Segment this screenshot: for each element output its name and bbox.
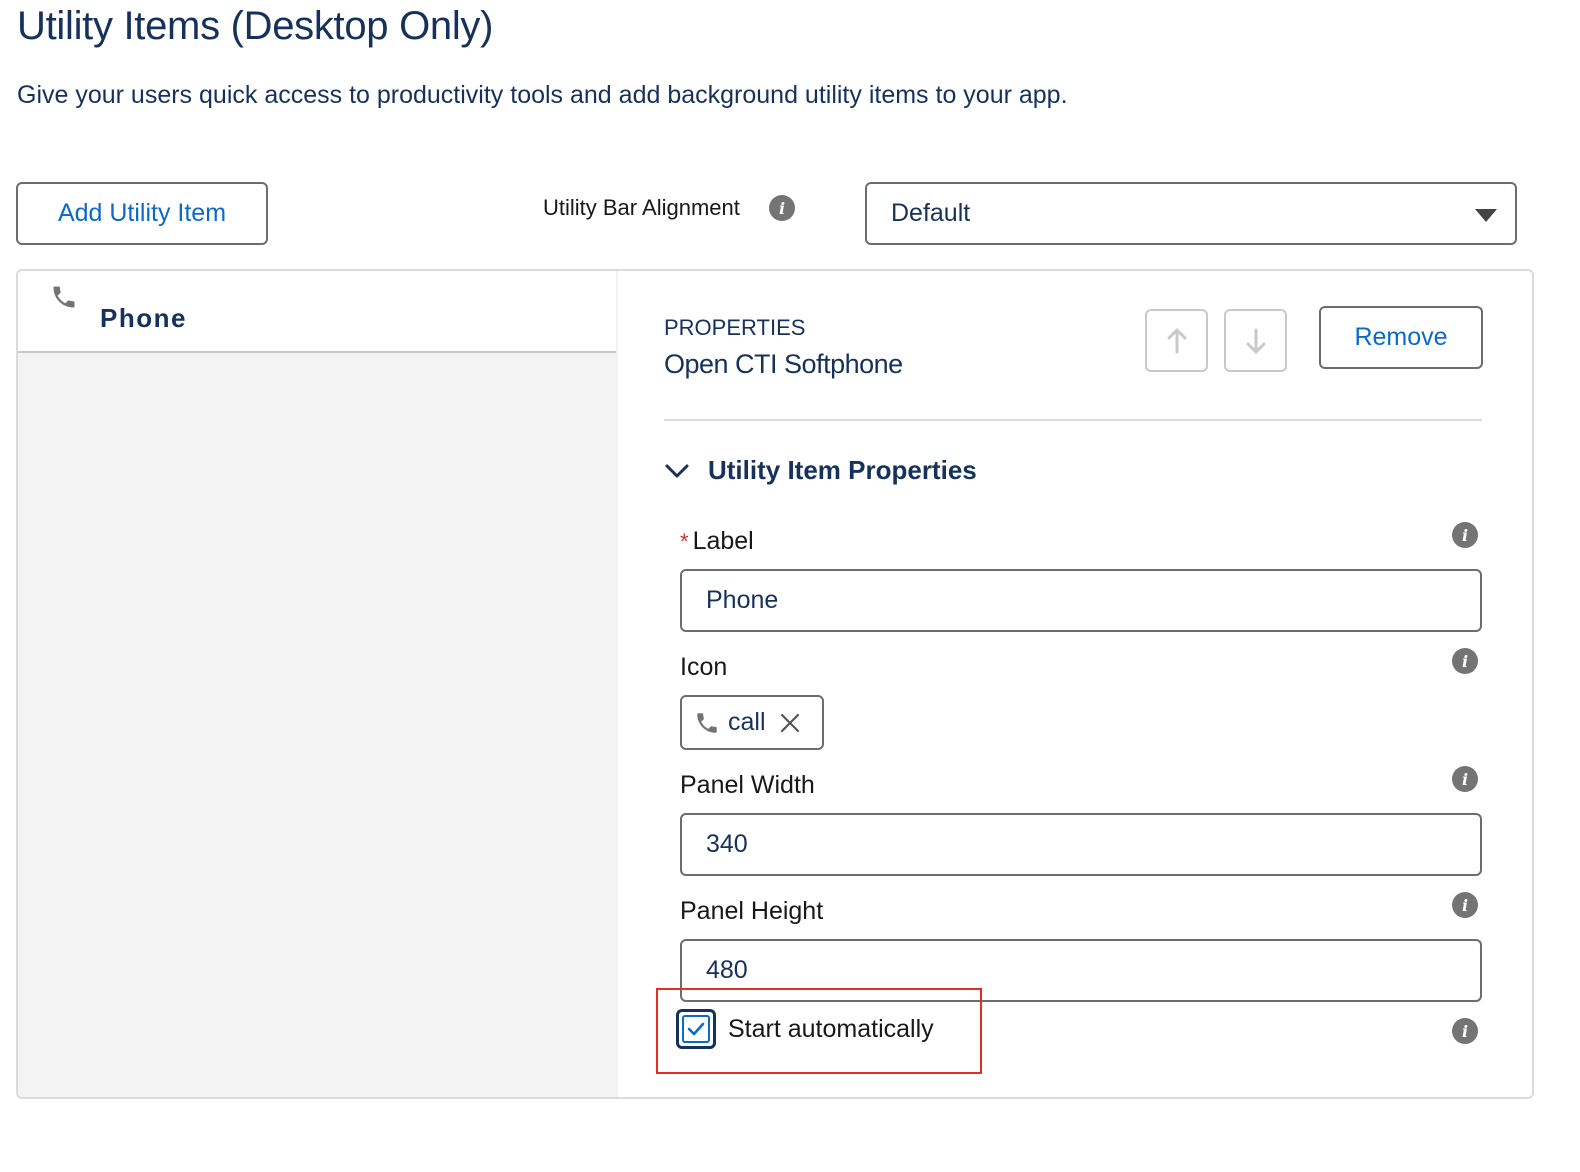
icon-field-label: Icon — [680, 653, 728, 681]
utility-bar-alignment-select[interactable]: Default — [865, 182, 1517, 245]
label-field-label: * Label — [680, 527, 754, 556]
add-utility-item-button[interactable]: Add Utility Item — [16, 182, 268, 245]
label-field-text: Label — [692, 527, 754, 555]
panel-width-info-icon[interactable]: i — [1452, 766, 1478, 792]
arrow-down-icon — [1246, 328, 1265, 353]
move-down-button[interactable] — [1224, 309, 1287, 372]
list-item-phone[interactable]: Phone — [18, 271, 616, 353]
panel-width-value: 340 — [706, 830, 748, 858]
label-info-icon[interactable]: i — [1452, 522, 1478, 548]
panel-width-label: Panel Width — [680, 771, 815, 799]
icon-pill[interactable]: call — [680, 695, 824, 750]
required-marker: * — [680, 529, 689, 554]
section-title: Utility Item Properties — [708, 455, 977, 485]
panel-height-info-icon[interactable]: i — [1452, 892, 1478, 918]
remove-button[interactable]: Remove — [1319, 306, 1483, 369]
phone-icon — [50, 283, 78, 316]
phone-icon — [697, 712, 717, 733]
alignment-selected-value: Default — [891, 199, 971, 227]
highlight-annotation-box — [656, 988, 982, 1074]
utility-items-panel: Phone PROPERTIES Open CTI Softphone Remo… — [16, 269, 1534, 1099]
properties-heading: PROPERTIES — [664, 315, 806, 340]
arrow-up-icon — [1167, 328, 1186, 353]
divider — [664, 419, 1482, 421]
panel-width-input[interactable]: 340 — [680, 813, 1482, 876]
label-input[interactable]: Phone — [680, 569, 1482, 632]
icon-pill-label: call — [728, 708, 766, 736]
utility-bar-alignment-label: Utility Bar Alignment — [543, 195, 740, 220]
close-icon[interactable] — [780, 713, 800, 733]
utility-item-properties-toggle[interactable]: Utility Item Properties — [664, 455, 977, 486]
move-up-button[interactable] — [1145, 309, 1208, 372]
utility-item-list: Phone — [18, 271, 618, 1097]
chevron-down-icon — [665, 464, 689, 477]
panel-height-value: 480 — [706, 956, 748, 984]
start-automatically-info-icon[interactable]: i — [1452, 1018, 1478, 1044]
properties-subtitle: Open CTI Softphone — [664, 349, 903, 379]
label-input-value: Phone — [706, 586, 779, 614]
list-item-label: Phone — [100, 303, 187, 333]
page-description: Give your users quick access to producti… — [17, 81, 1068, 109]
icon-info-icon[interactable]: i — [1452, 648, 1478, 674]
page-title: Utility Items (Desktop Only) — [17, 4, 494, 48]
panel-height-label: Panel Height — [680, 897, 824, 925]
alignment-info-icon[interactable]: i — [769, 195, 795, 221]
chevron-down-icon — [1475, 209, 1497, 222]
